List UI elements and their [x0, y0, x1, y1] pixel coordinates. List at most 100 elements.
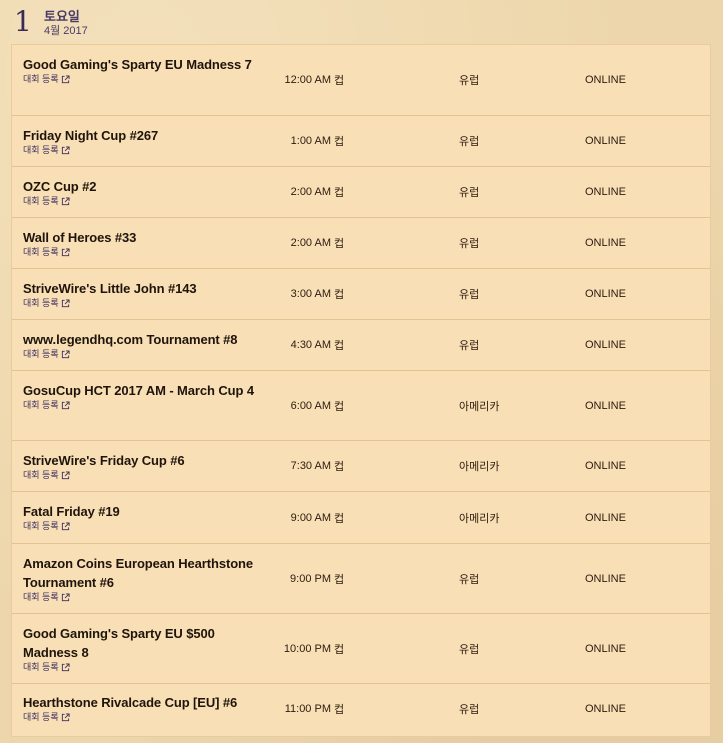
- event-type: 컵: [334, 75, 345, 87]
- external-link-icon[interactable]: [61, 593, 70, 602]
- day-number: 1: [14, 5, 32, 38]
- event-row: StriveWire's Little John #143 대회 등록 3:00…: [12, 269, 710, 320]
- event-region: 유럽: [459, 289, 480, 301]
- event-row: Hearthstone Rivalcade Cup [EU] #6 대회 등록 …: [12, 684, 710, 734]
- external-link-icon[interactable]: [61, 471, 70, 480]
- register-link[interactable]: 대회 등록: [23, 712, 59, 723]
- event-name-cell: www.legendhq.com Tournament #8 대회 등록: [23, 330, 258, 360]
- register-row: 대회 등록: [23, 247, 258, 258]
- event-type: 컵: [334, 704, 345, 716]
- external-link-icon[interactable]: [61, 713, 70, 722]
- event-region: 유럽: [459, 75, 480, 87]
- day-text: 토요일 4월 2017: [44, 6, 88, 38]
- register-link[interactable]: 대회 등록: [23, 349, 59, 360]
- event-row: OZC Cup #2 대회 등록 2:00 AM 컵 유럽 ONLINE: [12, 167, 710, 218]
- event-type: 컵: [334, 136, 345, 148]
- event-name-cell: GosuCup HCT 2017 AM - March Cup 4 대회 등록: [23, 381, 258, 411]
- event-mode: ONLINE: [585, 399, 626, 412]
- event-time: 2:00 AM: [290, 186, 331, 198]
- event-time: 2:00 AM: [290, 237, 331, 249]
- external-link-icon[interactable]: [61, 663, 70, 672]
- event-name: Good Gaming's Sparty EU Madness 7: [23, 57, 252, 72]
- event-time: 9:00 AM: [290, 511, 331, 524]
- event-type: 컵: [334, 400, 345, 413]
- event-type: 컵: [334, 643, 345, 656]
- register-link[interactable]: 대회 등록: [23, 247, 59, 258]
- event-type: 컵: [334, 340, 345, 352]
- event-name: www.legendhq.com Tournament #8: [23, 332, 238, 347]
- event-mode: ONLINE: [585, 642, 626, 655]
- register-row: 대회 등록: [23, 349, 258, 360]
- event-region: 아메리카: [459, 512, 500, 525]
- event-name: StriveWire's Friday Cup #6: [23, 453, 185, 468]
- event-name-cell: OZC Cup #2 대회 등록: [23, 177, 258, 207]
- external-link-icon[interactable]: [61, 401, 70, 410]
- register-link[interactable]: 대회 등록: [23, 298, 59, 309]
- event-mode: ONLINE: [585, 186, 626, 198]
- register-link[interactable]: 대회 등록: [23, 145, 59, 156]
- register-row: 대회 등록: [23, 74, 258, 85]
- event-type: 컵: [334, 512, 345, 525]
- event-type: 컵: [334, 289, 345, 301]
- event-time: 10:00 PM: [283, 642, 331, 655]
- event-time: 11:00 PM: [284, 703, 331, 715]
- event-name: Good Gaming's Sparty EU $500 Madness 8: [23, 626, 215, 660]
- register-row: 대회 등록: [23, 592, 258, 603]
- register-link[interactable]: 대회 등록: [23, 470, 59, 481]
- register-row: 대회 등록: [23, 662, 258, 673]
- event-name: StriveWire's Little John #143: [23, 281, 197, 296]
- event-time: 9:00 PM: [290, 572, 331, 585]
- day-name: 토요일: [44, 9, 80, 24]
- event-time: 6:00 AM: [290, 399, 331, 412]
- register-link[interactable]: 대회 등록: [23, 196, 59, 207]
- event-name: Hearthstone Rivalcade Cup [EU] #6: [23, 695, 238, 710]
- register-row: 대회 등록: [23, 521, 258, 532]
- event-name: Wall of Heroes #33: [23, 230, 137, 245]
- day-header: 1 토요일 4월 2017: [14, 6, 88, 42]
- register-link[interactable]: 대회 등록: [23, 74, 59, 85]
- event-name: GosuCup HCT 2017 AM - March Cup 4: [23, 383, 254, 398]
- event-time: 4:30 AM: [290, 339, 331, 351]
- event-mode: ONLINE: [585, 703, 626, 715]
- event-row: www.legendhq.com Tournament #8 대회 등록 4:3…: [12, 320, 710, 371]
- event-region: 유럽: [459, 643, 480, 656]
- event-name: OZC Cup #2: [23, 179, 97, 194]
- event-region: 유럽: [459, 573, 480, 586]
- external-link-icon[interactable]: [61, 146, 70, 155]
- event-time: 1:00 AM: [290, 135, 331, 147]
- event-name-cell: Friday Night Cup #267 대회 등록: [23, 126, 258, 156]
- event-name-cell: Fatal Friday #19 대회 등록: [23, 502, 258, 532]
- event-region: 유럽: [459, 136, 480, 148]
- event-region: 아메리카: [459, 400, 500, 413]
- event-name: Friday Night Cup #267: [23, 128, 159, 143]
- event-row: Friday Night Cup #267 대회 등록 1:00 AM 컵 유럽…: [12, 116, 710, 167]
- event-mode: ONLINE: [585, 572, 626, 585]
- event-type: 컵: [334, 187, 345, 199]
- day-date: 4월 2017: [44, 25, 88, 37]
- register-link[interactable]: 대회 등록: [23, 592, 59, 603]
- register-row: 대회 등록: [23, 196, 258, 207]
- register-row: 대회 등록: [23, 712, 258, 723]
- event-name-cell: StriveWire's Friday Cup #6 대회 등록: [23, 451, 258, 481]
- register-link[interactable]: 대회 등록: [23, 662, 59, 673]
- external-link-icon[interactable]: [61, 299, 70, 308]
- register-row: 대회 등록: [23, 400, 258, 411]
- register-row: 대회 등록: [23, 298, 258, 309]
- event-mode: ONLINE: [585, 511, 626, 524]
- register-row: 대회 등록: [23, 470, 258, 481]
- register-link[interactable]: 대회 등록: [23, 521, 59, 532]
- event-name: Amazon Coins European Hearthstone Tourna…: [23, 556, 254, 590]
- external-link-icon[interactable]: [61, 248, 70, 257]
- event-region: 유럽: [459, 704, 480, 716]
- event-type: 컵: [334, 238, 345, 250]
- event-row: Wall of Heroes #33 대회 등록 2:00 AM 컵 유럽 ON…: [12, 218, 710, 269]
- event-name-cell: StriveWire's Little John #143 대회 등록: [23, 279, 258, 309]
- external-link-icon[interactable]: [61, 350, 70, 359]
- register-link[interactable]: 대회 등록: [23, 400, 59, 411]
- event-row: GosuCup HCT 2017 AM - March Cup 4 대회 등록 …: [12, 371, 710, 441]
- external-link-icon[interactable]: [61, 75, 70, 84]
- event-row: Amazon Coins European Hearthstone Tourna…: [12, 544, 710, 614]
- external-link-icon[interactable]: [61, 522, 70, 531]
- event-mode: ONLINE: [585, 237, 626, 249]
- external-link-icon[interactable]: [61, 197, 70, 206]
